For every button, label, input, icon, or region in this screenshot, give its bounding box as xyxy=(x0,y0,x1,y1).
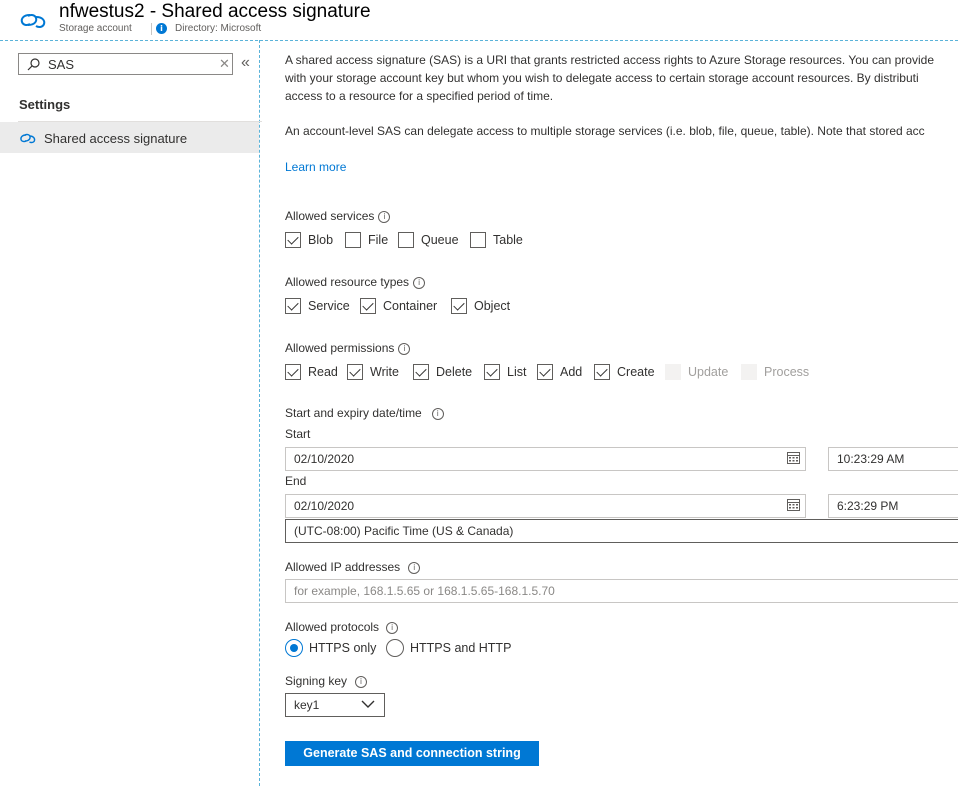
info-icon: i xyxy=(355,676,368,688)
checkbox-add[interactable] xyxy=(537,364,553,380)
checkbox-write-label: Write xyxy=(370,365,399,379)
checkbox-queue[interactable] xyxy=(398,232,414,248)
generate-sas-button[interactable]: Generate SAS and connection string xyxy=(285,741,539,766)
allowed-ip-label: Allowed IP addresses i xyxy=(285,560,421,574)
checkbox-list-label: List xyxy=(507,365,527,379)
settings-section-heading: Settings xyxy=(19,97,71,112)
checkbox-object[interactable] xyxy=(451,298,467,314)
resource-type-label: Storage account xyxy=(59,23,132,34)
checkbox-create-label: Create xyxy=(617,365,655,379)
sidebar-item-label: Shared access signature xyxy=(44,131,188,146)
checkbox-add-label: Add xyxy=(560,365,583,379)
calendar-icon[interactable] xyxy=(787,499,800,511)
allowed-services-text: Allowed services xyxy=(285,209,375,223)
checkbox-read[interactable] xyxy=(285,364,301,380)
info-icon: i xyxy=(378,211,391,223)
allowed-services-label: Allowed services i xyxy=(285,209,391,223)
info-icon: i xyxy=(408,562,421,574)
calendar-icon[interactable] xyxy=(787,452,800,464)
link-icon xyxy=(20,133,36,144)
checkbox-update xyxy=(665,364,681,380)
page-title: nfwestus2 - Shared access signature xyxy=(59,1,371,22)
checkbox-service[interactable] xyxy=(285,298,301,314)
checkbox-container-label: Container xyxy=(383,299,438,313)
checkbox-table-label: Table xyxy=(493,233,523,247)
radio-https-only-label: HTTPS only xyxy=(309,641,377,655)
timezone-value: (UTC-08:00) Pacific Time (US & Canada) xyxy=(294,524,514,538)
checkbox-file-label: File xyxy=(368,233,389,247)
start-date-field[interactable] xyxy=(285,447,806,471)
search-icon xyxy=(27,58,40,71)
radio-https-and-http-label: HTTPS and HTTP xyxy=(410,641,512,655)
checkbox-process xyxy=(741,364,757,380)
info-icon: i xyxy=(386,622,399,634)
checkbox-table[interactable] xyxy=(470,232,486,248)
learn-more-link[interactable]: Learn more xyxy=(285,160,346,174)
datetime-label: Start and expiry date/time i xyxy=(285,406,444,420)
storage-link-icon xyxy=(20,13,46,29)
description-account-sas: An account-level SAS can delegate access… xyxy=(285,124,925,138)
checkbox-blob-label: Blob xyxy=(308,233,334,247)
end-time-value: 6:23:29 PM xyxy=(837,499,899,513)
info-icon: i xyxy=(431,408,444,420)
allowed-resource-types-text: Allowed resource types xyxy=(285,275,410,289)
clear-search-icon[interactable]: ✕ xyxy=(219,56,230,72)
checkbox-read-label: Read xyxy=(308,365,338,379)
checkbox-create[interactable] xyxy=(594,364,610,380)
start-date-value: 02/10/2020 xyxy=(294,452,355,466)
chevron-down-icon xyxy=(361,700,375,708)
allowed-permissions-label: Allowed permissions i xyxy=(285,341,411,355)
signing-key-text: Signing key xyxy=(285,674,348,688)
info-icon: i xyxy=(413,277,426,289)
checkbox-list[interactable] xyxy=(484,364,500,380)
checkbox-queue-label: Queue xyxy=(421,233,459,247)
sidebar-search-input[interactable] xyxy=(48,55,213,73)
allowed-resource-types-label: Allowed resource types i xyxy=(285,275,426,289)
allowed-protocols-text: Allowed protocols xyxy=(285,620,380,634)
checkbox-delete-label: Delete xyxy=(436,365,473,379)
end-label: End xyxy=(285,474,307,488)
radio-https-and-http[interactable] xyxy=(386,639,404,657)
checkbox-container[interactable] xyxy=(360,298,376,314)
signing-key-label: Signing key i xyxy=(285,674,368,688)
checkbox-object-label: Object xyxy=(474,299,511,313)
checkbox-delete[interactable] xyxy=(413,364,429,380)
pane-divider-line xyxy=(259,40,260,786)
datetime-text: Start and expiry date/time xyxy=(285,406,422,420)
checkbox-file[interactable] xyxy=(345,232,361,248)
start-time-value: 10:23:29 AM xyxy=(837,452,905,466)
checkbox-blob[interactable] xyxy=(285,232,301,248)
checkbox-process-label: Process xyxy=(764,365,810,379)
description-line-1: A shared access signature (SAS) is a URI… xyxy=(285,53,934,67)
collapse-sidebar-icon[interactable]: « xyxy=(241,55,250,71)
directory-label: Directory: Microsoft xyxy=(175,23,262,34)
radio-https-only[interactable] xyxy=(285,639,303,657)
checkbox-write[interactable] xyxy=(347,364,363,380)
info-icon: i xyxy=(398,343,411,355)
description-line-2: with your storage account key but whom y… xyxy=(285,71,919,85)
description-line-3: access to a resource for a specified per… xyxy=(285,89,554,103)
checkbox-update-label: Update xyxy=(688,365,729,379)
header-divider xyxy=(151,23,152,35)
start-label: Start xyxy=(285,427,311,441)
end-date-value: 02/10/2020 xyxy=(294,499,355,513)
allowed-protocols-label: Allowed protocols i xyxy=(285,620,399,634)
allowed-permissions-text: Allowed permissions xyxy=(285,341,395,355)
allowed-ip-text: Allowed IP addresses xyxy=(285,560,401,574)
directory-info-icon: i xyxy=(156,23,167,34)
checkbox-service-label: Service xyxy=(308,299,350,313)
end-date-field[interactable] xyxy=(285,494,806,518)
allowed-ip-placeholder: for example, 168.1.5.65 or 168.1.5.65-16… xyxy=(294,584,555,598)
header-divider-line xyxy=(0,40,958,41)
signing-key-value: key1 xyxy=(294,698,320,712)
